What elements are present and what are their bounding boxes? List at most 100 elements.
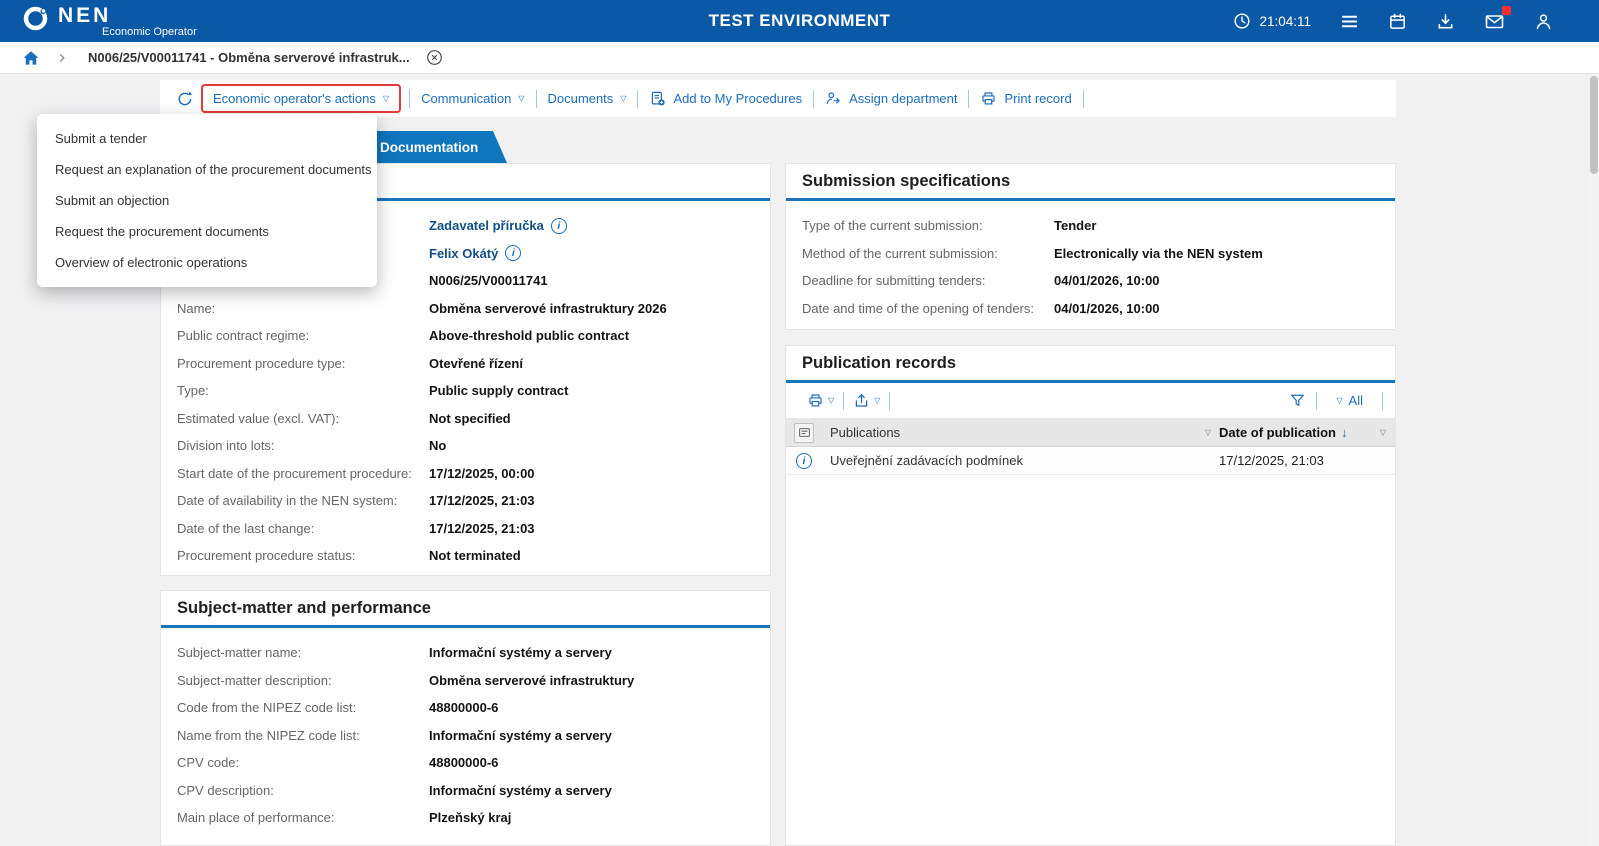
field-row: Procurement procedure status: Not termin… bbox=[177, 542, 754, 570]
vertical-scrollbar[interactable] bbox=[1589, 74, 1599, 846]
field-value-link[interactable]: Felix Okátý i bbox=[429, 245, 521, 261]
printer-icon bbox=[980, 90, 997, 107]
field-value: Informační systémy a servery bbox=[429, 645, 612, 660]
field-label: Start date of the procurement procedure: bbox=[177, 466, 429, 481]
menu-item-overview-operations[interactable]: Overview of electronic operations bbox=[37, 247, 377, 278]
field-row: Estimated value (excl. VAT): Not specifi… bbox=[177, 405, 754, 433]
column-publications-label: Publications bbox=[830, 425, 900, 440]
filter-all-button[interactable]: ▽ All bbox=[1327, 393, 1372, 408]
export-table-button[interactable]: ▽ bbox=[844, 392, 889, 409]
detail-view-icon[interactable] bbox=[794, 423, 814, 443]
brand-name: NEN bbox=[58, 5, 197, 26]
field-row: Date of the last change: 17/12/2025, 21:… bbox=[177, 515, 754, 543]
caret-down-icon[interactable]: ▽ bbox=[1205, 428, 1211, 437]
toolbar-separator bbox=[1382, 392, 1383, 410]
action-toolbar: Economic operator's actions ▽ Communicat… bbox=[160, 80, 1396, 117]
section-title: Submission specifications bbox=[786, 164, 1395, 201]
row-info-icon[interactable]: i bbox=[796, 453, 812, 469]
field-value: Electronically via the NEN system bbox=[1054, 246, 1263, 261]
menu-item-submit-tender[interactable]: Submit a tender bbox=[37, 123, 377, 154]
filter-icon[interactable] bbox=[1289, 392, 1306, 409]
field-value: Informační systémy a servery bbox=[429, 783, 612, 798]
publication-name: Uveřejnění zadávacích podmínek bbox=[830, 453, 1023, 468]
economic-operators-actions-label: Economic operator's actions bbox=[213, 91, 376, 106]
breadcrumb-title[interactable]: N006/25/V00011741 - Obměna serverové inf… bbox=[88, 50, 410, 65]
menu-hamburger-icon[interactable] bbox=[1340, 12, 1359, 31]
top-bar: NEN Economic Operator TEST ENVIRONMENT 2… bbox=[0, 0, 1599, 42]
column-header-publications[interactable]: Publications ▽ bbox=[822, 425, 1219, 440]
print-record-button[interactable]: Print record bbox=[969, 90, 1082, 107]
field-row: Start date of the procurement procedure:… bbox=[177, 460, 754, 488]
publication-name-cell: Uveřejnění zadávacích podmínek bbox=[822, 453, 1219, 468]
field-row: Public contract regime: Above-threshold … bbox=[177, 322, 754, 350]
menu-item-request-documents[interactable]: Request the procurement documents bbox=[37, 216, 377, 247]
publication-table-row[interactable]: i Uveřejnění zadávacích podmínek 17/12/2… bbox=[786, 447, 1395, 475]
communication-label: Communication bbox=[421, 91, 511, 106]
field-label: Type: bbox=[177, 383, 429, 398]
economic-operators-actions-button[interactable]: Economic operator's actions ▽ bbox=[201, 84, 401, 113]
calendar-icon[interactable] bbox=[1388, 12, 1407, 31]
caret-down-icon: ▽ bbox=[518, 95, 524, 103]
clock-time: 21:04:11 bbox=[1259, 14, 1311, 29]
field-row: Code from the NIPEZ code list: 48800000-… bbox=[177, 694, 754, 722]
user-profile-icon[interactable] bbox=[1534, 12, 1553, 31]
print-table-button[interactable]: ▽ bbox=[798, 392, 843, 409]
download-icon[interactable] bbox=[1436, 12, 1455, 31]
field-value: Informační systémy a servery bbox=[429, 728, 612, 743]
add-to-my-procedures-button[interactable]: Add to My Procedures bbox=[638, 90, 813, 107]
caret-down-icon: ▽ bbox=[874, 397, 880, 405]
filter-all-label: All bbox=[1349, 393, 1363, 408]
documents-label: Documents bbox=[548, 91, 614, 106]
field-value: Not terminated bbox=[429, 548, 521, 563]
field-label: Code from the NIPEZ code list: bbox=[177, 700, 429, 715]
mail-icon[interactable] bbox=[1484, 12, 1505, 31]
home-icon[interactable] bbox=[22, 49, 40, 67]
economic-operators-actions-menu: Submit a tender Request an explanation o… bbox=[37, 114, 377, 287]
tab-documentation[interactable]: Documentation bbox=[365, 131, 507, 163]
field-row: Date and time of the opening of tenders:… bbox=[802, 295, 1379, 323]
field-row: Name: Obměna serverové infrastruktury 20… bbox=[177, 295, 754, 323]
caret-down-icon: ▽ bbox=[620, 95, 626, 103]
field-label: Deadline for submitting tenders: bbox=[802, 273, 1054, 288]
menu-item-request-explanation[interactable]: Request an explanation of the procuremen… bbox=[37, 154, 377, 185]
field-row: Procurement procedure type: Otevřené říz… bbox=[177, 350, 754, 378]
close-breadcrumb-icon[interactable] bbox=[426, 49, 443, 66]
submission-specifications-card: Submission specifications Type of the cu… bbox=[785, 163, 1396, 330]
field-value: 04/01/2026, 10:00 bbox=[1054, 273, 1160, 288]
caret-down-icon: ▽ bbox=[383, 95, 389, 103]
info-icon[interactable]: i bbox=[551, 218, 567, 234]
assign-department-button[interactable]: Assign department bbox=[814, 90, 968, 107]
section-title: Subject-matter and performance bbox=[161, 591, 770, 628]
field-value: 17/12/2025, 21:03 bbox=[429, 521, 535, 536]
field-label: Name: bbox=[177, 301, 429, 316]
field-label: Subject-matter name: bbox=[177, 645, 429, 660]
column-header-date[interactable]: Date of publication ↓ bbox=[1219, 425, 1371, 440]
history-icon[interactable] bbox=[176, 90, 194, 108]
field-label: Subject-matter description: bbox=[177, 673, 429, 688]
toolbar-separator bbox=[1316, 392, 1317, 410]
field-value: Obměna serverové infrastruktury bbox=[429, 673, 634, 688]
field-row: CPV description: Informační systémy a se… bbox=[177, 777, 754, 805]
info-icon[interactable]: i bbox=[505, 245, 521, 261]
field-value-link[interactable]: Zadavatel příručka i bbox=[429, 218, 567, 234]
field-label: CPV code: bbox=[177, 755, 429, 770]
sort-descending-icon[interactable]: ↓ bbox=[1341, 425, 1348, 440]
scrollbar-thumb[interactable] bbox=[1590, 76, 1598, 174]
field-value: 17/12/2025, 00:00 bbox=[429, 466, 535, 481]
communication-button[interactable]: Communication ▽ bbox=[410, 91, 535, 106]
field-value: Not specified bbox=[429, 411, 511, 426]
menu-item-submit-objection[interactable]: Submit an objection bbox=[37, 185, 377, 216]
caret-down-icon[interactable]: ▽ bbox=[1380, 428, 1386, 437]
printer-icon bbox=[807, 392, 824, 409]
assign-department-icon bbox=[825, 90, 842, 107]
documents-button[interactable]: Documents ▽ bbox=[537, 91, 638, 106]
nen-logo[interactable]: NEN Economic Operator bbox=[0, 5, 197, 38]
field-value: Obměna serverové infrastruktury 2026 bbox=[429, 301, 667, 316]
field-label: CPV description: bbox=[177, 783, 429, 798]
field-row: Deadline for submitting tenders: 04/01/2… bbox=[802, 267, 1379, 295]
print-record-label: Print record bbox=[1004, 91, 1071, 106]
field-label: Procurement procedure type: bbox=[177, 356, 429, 371]
field-label: Method of the current submission: bbox=[802, 246, 1054, 261]
field-value: 48800000-6 bbox=[429, 700, 498, 715]
toolbar-separator bbox=[1083, 90, 1084, 108]
